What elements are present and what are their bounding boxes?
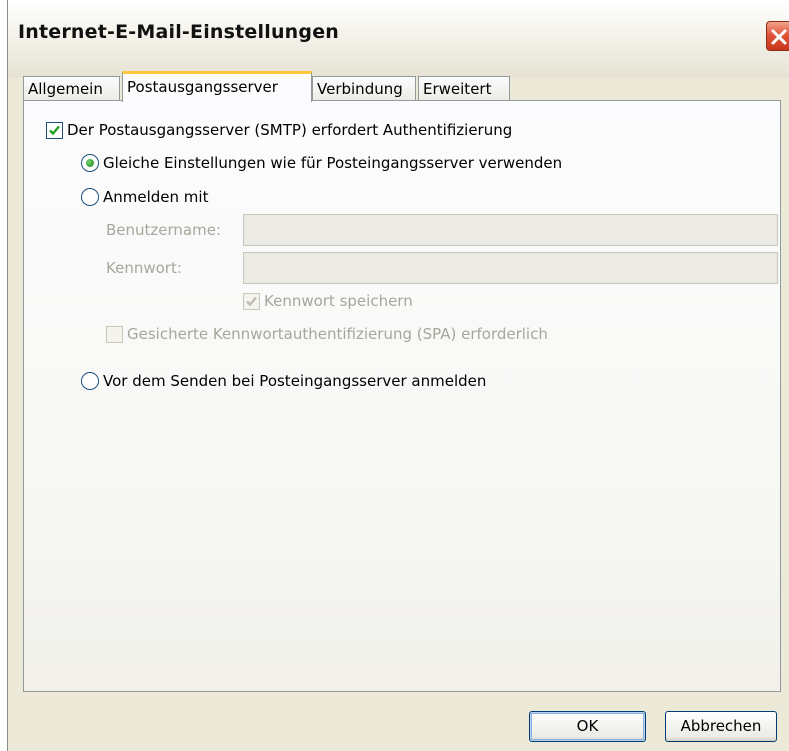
password-field[interactable] [243,252,778,284]
smtp-auth-checkbox[interactable] [46,121,63,139]
spa-row[interactable]: Gesicherte Kennwortauthentifizierung (SP… [106,325,548,343]
save-password-checkbox[interactable] [243,292,260,310]
tab-allgemein[interactable]: Allgemein [23,76,120,101]
same-settings-label: Gleiche Einstellungen wie für Posteingan… [103,154,563,172]
save-password-label: Kennwort speichern [264,292,413,310]
close-button[interactable] [766,21,789,51]
same-settings-row[interactable]: Gleiche Einstellungen wie für Posteingan… [81,154,562,172]
tab-erweitert[interactable]: Erweitert [418,76,510,101]
pop-before-smtp-radio[interactable] [81,372,99,390]
username-label-row: Benutzername: [106,221,221,239]
login-with-radio[interactable] [81,188,99,206]
dialog-window: Internet-E-Mail-Einstellungen Allgemein … [7,0,789,751]
username-field[interactable] [243,214,778,246]
smtp-auth-row[interactable]: Der Postausgangsserver (SMTP) erfordert … [46,121,512,139]
tab-panel-postausgangsserver: Der Postausgangsserver (SMTP) erfordert … [23,100,781,692]
password-label: Kennwort: [106,259,182,277]
check-icon [49,125,60,135]
ok-button[interactable]: OK [529,711,646,742]
same-settings-radio[interactable] [81,154,99,172]
title-bar[interactable]: Internet-E-Mail-Einstellungen [8,0,789,78]
login-with-row[interactable]: Anmelden mit [81,188,208,206]
tab-postausgangsserver[interactable]: Postausgangsserver [122,71,312,102]
pop-before-smtp-label: Vor dem Senden bei Posteingangsserver an… [103,372,487,390]
pop-before-smtp-row[interactable]: Vor dem Senden bei Posteingangsserver an… [81,372,486,390]
tab-verbindung[interactable]: Verbindung [312,76,416,101]
cancel-button[interactable]: Abbrechen [665,711,777,742]
smtp-auth-label: Der Postausgangsserver (SMTP) erfordert … [67,121,513,139]
check-icon [246,296,257,306]
save-password-row[interactable]: Kennwort speichern [243,292,413,310]
password-label-row: Kennwort: [106,259,182,277]
login-with-label: Anmelden mit [103,188,209,206]
spa-checkbox[interactable] [106,325,123,343]
username-label: Benutzername: [106,221,222,239]
window-title: Internet-E-Mail-Einstellungen [18,21,340,43]
spa-label: Gesicherte Kennwortauthentifizierung (SP… [127,325,548,343]
